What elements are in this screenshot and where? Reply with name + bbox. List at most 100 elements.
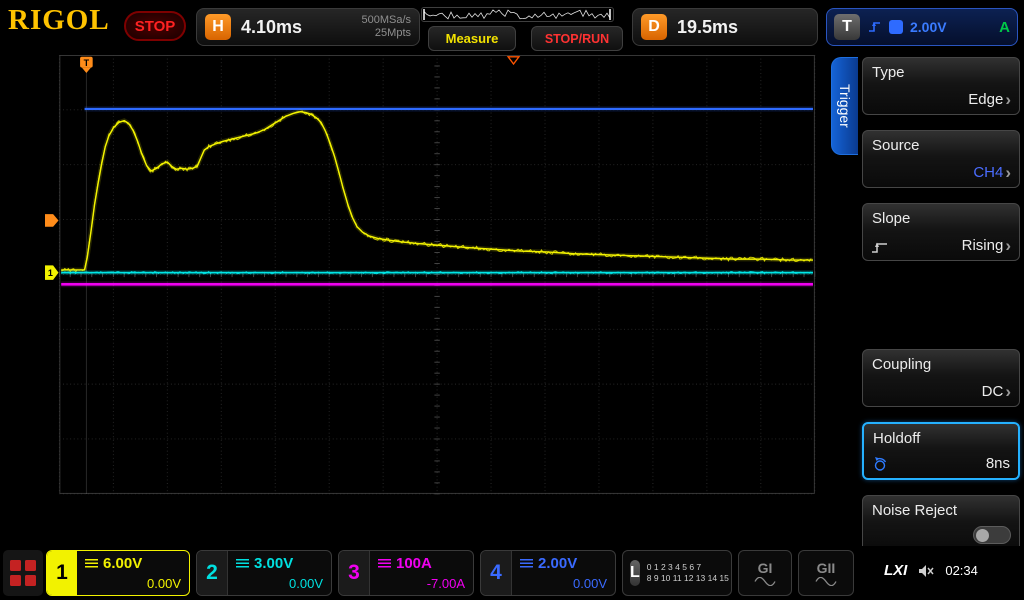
channel-1-values: 6.00V 0.00V bbox=[77, 551, 189, 595]
noise-reject-toggle[interactable] bbox=[973, 526, 1011, 544]
rising-edge-icon bbox=[871, 240, 888, 254]
menu-item-holdoff[interactable]: Holdoff 8ns bbox=[862, 422, 1020, 480]
trigger-time-marker bbox=[82, 68, 91, 73]
generator-2-label: GII bbox=[817, 560, 836, 576]
main-menu-button[interactable] bbox=[3, 550, 43, 596]
channel-4-offset: 0.00V bbox=[573, 576, 607, 591]
channel-1-offset: 0.00V bbox=[147, 576, 181, 591]
strip-waveform bbox=[424, 10, 610, 19]
waveform-display[interactable]: T1 bbox=[0, 55, 858, 546]
menu-label-type: Type bbox=[872, 64, 1010, 81]
chevron-right-icon: › bbox=[1005, 164, 1011, 181]
coupling-value: DC bbox=[982, 383, 1004, 400]
chevron-right-icon: › bbox=[1005, 91, 1011, 108]
channel-3-number: 3 bbox=[339, 551, 370, 595]
menu-item-type[interactable]: Type Edge › bbox=[862, 57, 1020, 115]
channel-4-number: 4 bbox=[481, 551, 512, 595]
logic-row-1: 0 1 2 3 4 5 6 7 bbox=[647, 562, 729, 573]
source-value: CH4 bbox=[973, 164, 1003, 181]
run-state-badge: STOP bbox=[124, 11, 186, 41]
channel-2-box[interactable]: 2 3.00V 0.00V bbox=[196, 550, 332, 596]
logic-channels-box[interactable]: L 0 1 2 3 4 5 6 7 8 9 10 11 12 13 14 15 bbox=[622, 550, 732, 596]
channel-1-scale: 6.00V bbox=[103, 555, 142, 572]
menu-item-source[interactable]: Source CH4 › bbox=[862, 130, 1020, 188]
trigger-source-swatch bbox=[889, 20, 903, 34]
memory-depth: 25Mpts bbox=[361, 27, 411, 40]
channel-2-values: 3.00V 0.00V bbox=[228, 551, 331, 595]
horizontal-key-icon: H bbox=[205, 14, 231, 40]
menu-label-slope: Slope bbox=[872, 210, 1010, 227]
menu-value-holdoff: 8ns bbox=[986, 455, 1010, 472]
trigger-level-marker bbox=[45, 214, 58, 227]
sine-wave-icon bbox=[815, 577, 837, 586]
menu-value-type: Edge › bbox=[968, 91, 1011, 108]
menu-value-source: CH4 › bbox=[973, 164, 1011, 181]
generator-1-label: GI bbox=[758, 560, 773, 576]
bottom-bar: 1 6.00V 0.00V 2 3.00V 0.00V 3 100A -7.00… bbox=[0, 546, 1024, 600]
strip-minimap bbox=[422, 8, 613, 21]
menu-item-noise-reject[interactable]: Noise Reject bbox=[862, 495, 1020, 553]
trigger-status-box[interactable]: T 2.00V A bbox=[826, 8, 1018, 46]
logic-row-2: 8 9 10 11 12 13 14 15 bbox=[647, 573, 729, 584]
menu-grid-icon bbox=[10, 560, 21, 571]
sine-wave-icon bbox=[754, 577, 776, 586]
acquisition-info: 500MSa/s 25Mpts bbox=[361, 14, 411, 40]
menu-value-coupling: DC › bbox=[982, 383, 1011, 400]
graticule: T1 bbox=[0, 55, 858, 546]
delay-settings-box[interactable]: D 19.5ms bbox=[632, 8, 818, 46]
trigger-menu: Type Edge › Source CH4 › Slope Rising › … bbox=[858, 55, 1024, 560]
trigger-slope-icon bbox=[867, 20, 882, 34]
knob-icon bbox=[872, 456, 888, 472]
channel-3-box[interactable]: 3 100A -7.00A bbox=[338, 550, 474, 596]
channel-2-number: 2 bbox=[197, 551, 228, 595]
lxi-badge: LXI bbox=[884, 562, 907, 579]
slope-value: Rising bbox=[962, 237, 1004, 254]
horizontal-settings-box[interactable]: H 4.10ms 500MSa/s 25Mpts bbox=[196, 8, 420, 46]
channel-1-box[interactable]: 1 6.00V 0.00V bbox=[46, 550, 190, 596]
chevron-right-icon: › bbox=[1005, 237, 1011, 254]
menu-label-coupling: Coupling bbox=[872, 356, 1010, 373]
channel-4-box[interactable]: 4 2.00V 0.00V bbox=[480, 550, 616, 596]
channel-1-number: 1 bbox=[47, 551, 77, 595]
holdoff-value: 8ns bbox=[986, 455, 1010, 472]
scale-icon bbox=[378, 559, 391, 568]
ch1-trace-noise bbox=[61, 111, 811, 272]
trigger-key-icon: T bbox=[834, 14, 860, 40]
status-cluster: LXI 02:34 bbox=[884, 562, 978, 579]
channel-3-offset: -7.00A bbox=[427, 576, 465, 591]
trigger-menu-tab[interactable]: Trigger bbox=[831, 57, 858, 155]
stop-run-button[interactable]: STOP/RUN bbox=[531, 26, 623, 51]
trigger-time-label: T bbox=[84, 58, 90, 68]
channel-4-scale: 2.00V bbox=[538, 555, 577, 572]
delay-position-marker bbox=[508, 57, 519, 64]
scale-icon bbox=[236, 559, 249, 568]
menu-item-coupling[interactable]: Coupling DC › bbox=[862, 349, 1020, 407]
menu-grid-icon bbox=[25, 560, 36, 571]
rigol-logo: RIGOL bbox=[8, 4, 110, 37]
channel-3-values: 100A -7.00A bbox=[370, 551, 473, 595]
menu-label-noise-reject: Noise Reject bbox=[872, 502, 1010, 519]
channel-2-scale: 3.00V bbox=[254, 555, 293, 572]
waveform-position-strip[interactable] bbox=[421, 7, 614, 22]
clock: 02:34 bbox=[945, 563, 978, 578]
logic-key-icon: L bbox=[630, 560, 640, 586]
toggle-knob bbox=[976, 529, 989, 542]
speaker-muted-icon[interactable] bbox=[918, 564, 934, 578]
timebase-value: 4.10ms bbox=[241, 17, 302, 38]
sample-rate: 500MSa/s bbox=[361, 14, 411, 27]
menu-item-slope[interactable]: Slope Rising › bbox=[862, 203, 1020, 261]
generator-2-box[interactable]: GII bbox=[798, 550, 854, 596]
menu-grid-icon bbox=[25, 575, 36, 586]
scale-icon bbox=[520, 559, 533, 568]
logic-channel-list: 0 1 2 3 4 5 6 7 8 9 10 11 12 13 14 15 bbox=[647, 562, 729, 584]
chevron-right-icon: › bbox=[1005, 383, 1011, 400]
trigger-level-value: 2.00V bbox=[910, 19, 947, 35]
menu-label-source: Source bbox=[872, 137, 1010, 154]
channel-1-zero-label: 1 bbox=[48, 268, 53, 278]
scale-icon bbox=[85, 559, 98, 568]
channel-4-values: 2.00V 0.00V bbox=[512, 551, 615, 595]
generator-1-box[interactable]: GI bbox=[738, 550, 792, 596]
menu-label-holdoff: Holdoff bbox=[873, 430, 1009, 447]
menu-value-slope: Rising › bbox=[962, 237, 1011, 254]
measure-button[interactable]: Measure bbox=[428, 26, 516, 51]
